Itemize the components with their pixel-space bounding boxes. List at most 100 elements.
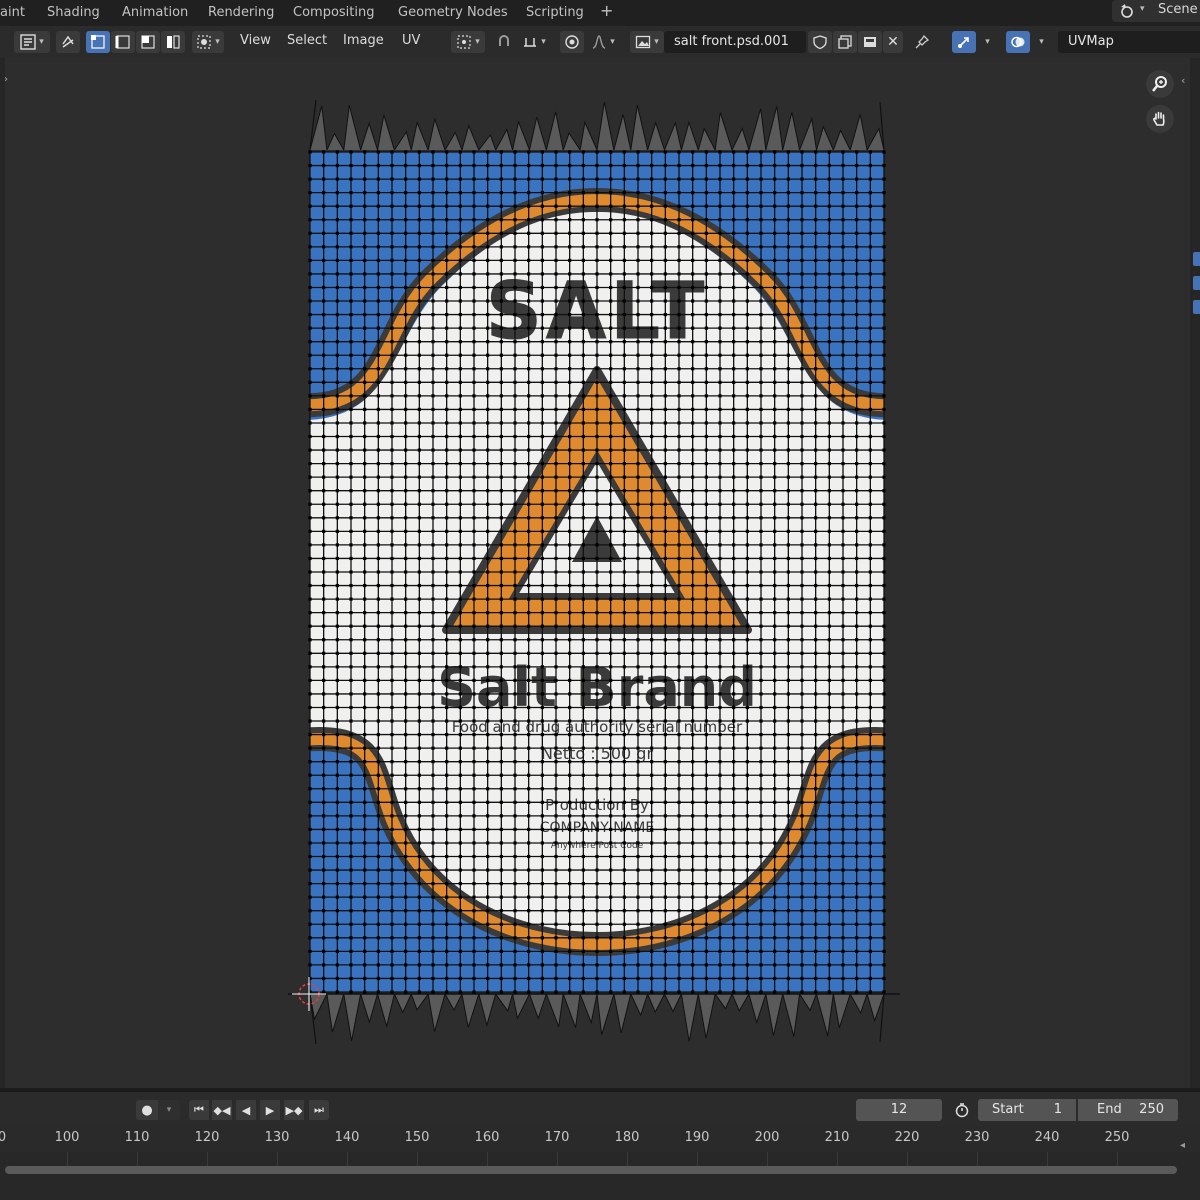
uv-vertex[interactable] xyxy=(322,312,326,317)
uv-vertex[interactable] xyxy=(704,434,708,439)
uv-vertex[interactable] xyxy=(786,597,790,601)
uv-vertex[interactable] xyxy=(581,516,585,520)
uv-vertex[interactable] xyxy=(868,448,872,452)
uv-vertex[interactable] xyxy=(827,245,831,249)
uv-vertex[interactable] xyxy=(636,732,640,737)
uv-vertex[interactable] xyxy=(554,746,558,750)
uv-vertex[interactable] xyxy=(417,489,421,493)
uv-vertex[interactable] xyxy=(677,299,681,303)
uv-vertex[interactable] xyxy=(431,868,435,872)
uv-vertex[interactable] xyxy=(759,380,763,384)
uv-vertex[interactable] xyxy=(855,434,859,439)
uv-vertex[interactable] xyxy=(390,218,394,222)
uv-vertex[interactable] xyxy=(622,895,626,899)
uv-vertex[interactable] xyxy=(527,353,531,357)
uv-vertex[interactable] xyxy=(786,990,790,994)
uv-vertex[interactable] xyxy=(718,705,722,710)
uv-vertex[interactable] xyxy=(800,191,804,195)
uv-vertex[interactable] xyxy=(650,719,654,723)
uv-vertex[interactable] xyxy=(800,665,804,669)
uv-vertex[interactable] xyxy=(773,380,777,384)
uv-vertex[interactable] xyxy=(786,773,790,777)
uv-vertex[interactable] xyxy=(486,624,490,628)
uv-vertex[interactable] xyxy=(855,882,859,886)
uv-vertex[interactable] xyxy=(691,380,695,384)
uv-vertex[interactable] xyxy=(636,163,640,168)
sidebar-tab-tool[interactable] xyxy=(1193,276,1200,290)
uv-vertex[interactable] xyxy=(732,177,736,181)
uv-vertex[interactable] xyxy=(527,963,531,967)
uv-vertex[interactable] xyxy=(650,407,654,412)
uv-vertex[interactable] xyxy=(513,231,517,235)
uv-vertex[interactable] xyxy=(335,678,339,682)
uv-vertex[interactable] xyxy=(527,800,531,804)
uv-vertex[interactable] xyxy=(800,150,804,154)
uv-vertex[interactable] xyxy=(773,475,777,479)
uv-vertex[interactable] xyxy=(376,922,380,926)
uv-vertex[interactable] xyxy=(308,814,312,818)
uv-vertex[interactable] xyxy=(745,949,749,953)
uv-vertex[interactable] xyxy=(322,827,326,832)
uv-vertex[interactable] xyxy=(376,624,380,628)
uv-vertex[interactable] xyxy=(581,502,585,506)
uv-vertex[interactable] xyxy=(759,760,763,764)
uv-vertex[interactable] xyxy=(486,367,490,371)
uv-vertex[interactable] xyxy=(786,516,790,520)
uv-vertex[interactable] xyxy=(554,529,558,533)
uv-vertex[interactable] xyxy=(773,529,777,533)
uv-vertex[interactable] xyxy=(841,854,845,859)
uv-vertex[interactable] xyxy=(540,285,544,290)
uv-vertex[interactable] xyxy=(609,299,613,303)
uv-vertex[interactable] xyxy=(663,529,667,533)
uv-vertex[interactable] xyxy=(458,611,462,615)
uv-vertex[interactable] xyxy=(499,516,503,520)
uv-vertex[interactable] xyxy=(322,936,326,940)
uv-vertex[interactable] xyxy=(704,285,708,290)
uv-vertex[interactable] xyxy=(718,367,722,371)
uv-vertex[interactable] xyxy=(855,705,859,710)
uv-vertex[interactable] xyxy=(595,380,599,384)
uv-vertex[interactable] xyxy=(322,299,326,303)
uv-vertex[interactable] xyxy=(554,516,558,520)
uv-vertex[interactable] xyxy=(814,583,818,588)
uv-vertex[interactable] xyxy=(322,394,326,398)
uv-vertex[interactable] xyxy=(827,367,831,371)
uv-vertex[interactable] xyxy=(595,665,599,669)
uv-vertex[interactable] xyxy=(472,353,476,357)
uv-vertex[interactable] xyxy=(786,800,790,804)
uv-vertex[interactable] xyxy=(663,177,667,181)
uv-vertex[interactable] xyxy=(663,597,667,601)
uv-vertex[interactable] xyxy=(595,651,599,655)
uv-vertex[interactable] xyxy=(335,218,339,222)
uv-vertex[interactable] xyxy=(445,827,449,832)
uv-vertex[interactable] xyxy=(540,651,544,655)
uv-vertex[interactable] xyxy=(773,882,777,886)
uv-vertex[interactable] xyxy=(349,448,353,452)
uv-vertex[interactable] xyxy=(458,814,462,818)
uv-vertex[interactable] xyxy=(773,732,777,737)
uv-vertex[interactable] xyxy=(759,611,763,615)
uv-vertex[interactable] xyxy=(390,312,394,317)
uv-vertex[interactable] xyxy=(513,367,517,371)
uv-vertex[interactable] xyxy=(691,231,695,235)
uv-vertex[interactable] xyxy=(691,312,695,317)
uv-vertex[interactable] xyxy=(472,868,476,872)
uv-vertex[interactable] xyxy=(609,326,613,330)
uv-vertex[interactable] xyxy=(417,326,421,330)
uv-vertex[interactable] xyxy=(472,692,476,696)
uv-vertex[interactable] xyxy=(335,448,339,452)
uv-vertex[interactable] xyxy=(376,760,380,764)
uv-vertex[interactable] xyxy=(841,326,845,330)
uv-vertex[interactable] xyxy=(827,909,831,913)
uv-vertex[interactable] xyxy=(718,827,722,832)
uv-vertex[interactable] xyxy=(499,367,503,371)
uv-vertex[interactable] xyxy=(581,976,585,981)
uv-vertex[interactable] xyxy=(376,272,380,276)
uv-vertex[interactable] xyxy=(554,597,558,601)
uv-vertex[interactable] xyxy=(554,475,558,479)
uv-vertex[interactable] xyxy=(513,448,517,452)
uv-vertex[interactable] xyxy=(814,773,818,777)
uv-vertex[interactable] xyxy=(609,529,613,533)
uv-vertex[interactable] xyxy=(513,868,517,872)
uv-vertex[interactable] xyxy=(814,556,818,561)
